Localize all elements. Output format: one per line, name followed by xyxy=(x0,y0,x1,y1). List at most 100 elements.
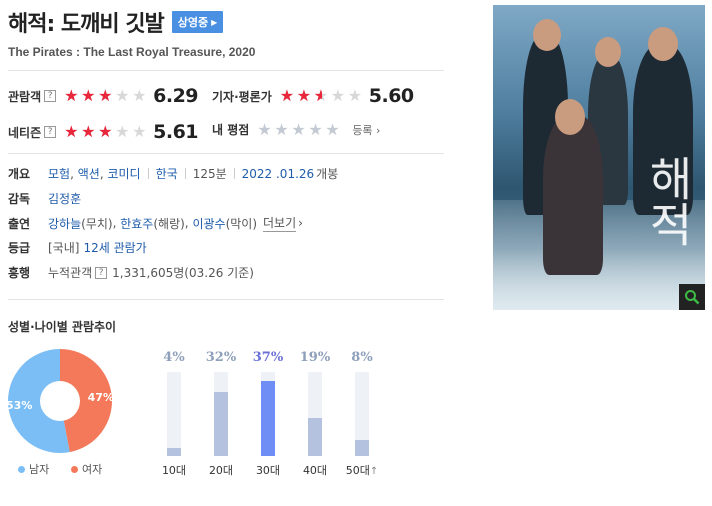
star-icon: ★ xyxy=(132,86,147,105)
legend-item-female: 여자 xyxy=(71,461,102,477)
critic-rating: 기자·평론가 ★ ★ ★ ★ ★ ★ ★ ★ 5.60 xyxy=(212,85,414,107)
audience-score: 6.29 xyxy=(153,85,199,107)
cast-role: (해랑) xyxy=(153,216,185,231)
poster-figure xyxy=(543,115,603,275)
star-icon: ★ xyxy=(115,122,130,141)
star-rating: ★ ★ ★ ★ ★ ★ ★ ★ xyxy=(64,88,149,104)
director-label: 감독 xyxy=(8,192,31,206)
help-icon[interactable]: ? xyxy=(95,266,108,279)
netizen-rating-label: 네티즌 xyxy=(8,125,42,140)
age-bar-0: 4% 10대 xyxy=(157,350,191,477)
bar-percent-label: 4% xyxy=(163,350,185,365)
age-bar-2: 37% 30대 xyxy=(251,350,285,477)
age-bar-3: 19% 40대 xyxy=(298,350,332,477)
grade-region: [국내] xyxy=(48,241,80,255)
netizen-score: 5.61 xyxy=(153,121,199,143)
more-label: 더보기 xyxy=(263,216,297,230)
my-rating-label: 내 평점 xyxy=(212,123,250,137)
movie-subtitle: The Pirates : The Last Royal Treasure, 2… xyxy=(8,45,256,59)
magnifier-icon xyxy=(685,290,700,305)
grade-link[interactable]: 12세 관람가 xyxy=(83,239,146,256)
star-icon: ★ ★ xyxy=(81,122,96,141)
bar-fill xyxy=(167,447,181,456)
badge-label: 상영중 xyxy=(177,16,209,29)
cast-role: (막이) xyxy=(225,216,258,231)
grade-label: 등급 xyxy=(8,241,31,255)
separator xyxy=(184,168,186,179)
legend-dot xyxy=(71,465,78,473)
help-icon[interactable]: ? xyxy=(44,126,57,138)
critic-score: 5.60 xyxy=(368,85,414,107)
bar-category-label: 40대 xyxy=(302,464,328,477)
genre-link[interactable]: 액션 xyxy=(78,165,100,182)
netizen-rating: 네티즌 ? ★ ★ ★ ★ ★ ★ ★ ★ 5.61 xyxy=(8,121,199,143)
star-icon: ★ ★ xyxy=(313,86,329,105)
critic-rating-label: 기자·평론가 xyxy=(212,89,272,104)
cast-role: (무치) xyxy=(81,216,113,231)
genre-link[interactable]: 코미디 xyxy=(107,165,140,182)
star-icon: ★ xyxy=(291,119,306,139)
bar-percent-label: 37% xyxy=(252,350,284,365)
help-icon[interactable]: ? xyxy=(44,90,57,102)
bar-track xyxy=(308,372,322,456)
age-bar-1: 32% 20대 xyxy=(204,350,238,477)
star-icon: ★ xyxy=(132,122,147,141)
age-bar-4: 8% 50대↑ xyxy=(345,350,379,477)
separator xyxy=(233,168,235,179)
bar-category-label: 30대 xyxy=(255,464,281,477)
star-icon: ★ ★ xyxy=(279,86,295,105)
pie-hole xyxy=(40,381,80,421)
star-icon: ★ ★ xyxy=(64,122,79,141)
my-rating: 내 평점 ★ ★ ★ ★ ★ 등록 › xyxy=(212,121,380,138)
boxoffice-date: (03.26 기준) xyxy=(184,266,254,280)
movie-poster[interactable]: 해적 xyxy=(493,5,705,310)
poster-face xyxy=(595,37,621,67)
divider xyxy=(8,153,444,154)
star-icon: ★ ★ xyxy=(64,86,79,105)
legend-label: 여자 xyxy=(82,463,103,476)
genre-link[interactable]: 모험 xyxy=(48,165,70,182)
audience-rating-label: 관람객 xyxy=(8,89,42,104)
summary-label: 개요 xyxy=(8,167,31,181)
now-showing-badge[interactable]: 상영중 ▶ xyxy=(171,11,224,33)
chevron-right-icon[interactable]: › xyxy=(298,216,303,230)
legend-label: 남자 xyxy=(29,463,50,476)
summary-row: 개요 모험, 액션, 코미디 한국 125분 2022 .01.26 개봉 xyxy=(8,165,339,182)
boxoffice-row: 흥행 누적관객 ? 1,331,605명 (03.26 기준) xyxy=(8,264,254,281)
register-rating-link[interactable]: 등록 › xyxy=(352,122,380,138)
bar-category-label: 10대 xyxy=(161,464,187,477)
director-row: 감독 김정훈 xyxy=(8,190,81,207)
star-icon: ★ ★ xyxy=(98,122,113,141)
movie-title: 해적: 도깨비 깃발 xyxy=(8,12,165,37)
pie-label: 53% xyxy=(8,399,32,412)
star-icon: ★ xyxy=(115,86,130,105)
cast-more-button[interactable]: 더보기 xyxy=(263,214,297,232)
title-row: 해적: 도깨비 깃발 상영중 ▶ xyxy=(8,6,224,38)
cast-link[interactable]: 한효주 xyxy=(120,215,153,232)
star-rating: ★ ★ ★ ★ ★ ★ ★ ★ xyxy=(64,124,149,140)
bar-percent-label: 19% xyxy=(299,350,331,365)
bar-fill xyxy=(308,417,322,456)
my-star-input[interactable]: ★ ★ ★ ★ ★ xyxy=(257,119,342,139)
trend-title: 성별·나이별 관람추이 xyxy=(8,320,117,334)
bar-category-label: 50대↑ xyxy=(345,464,379,477)
director-link[interactable]: 김정훈 xyxy=(48,190,81,207)
cast-link[interactable]: 강하늘 xyxy=(48,215,81,232)
star-icon: ★ xyxy=(274,119,289,139)
star-icon: ★ ★ xyxy=(81,86,96,105)
cast-link[interactable]: 이광수 xyxy=(192,215,225,232)
bar-percent-label: 8% xyxy=(351,350,373,365)
legend-item-male: 남자 xyxy=(18,461,49,477)
release-date-link[interactable]: 2022 .01.26 xyxy=(242,167,315,181)
bar-track xyxy=(355,372,369,456)
pie-label: 47% xyxy=(88,391,112,404)
country-link[interactable]: 한국 xyxy=(156,165,178,182)
bar-track xyxy=(261,372,275,456)
boxoffice-label: 흥행 xyxy=(8,266,31,280)
bar-track xyxy=(167,372,181,456)
boxoffice-prefix: 누적관객 xyxy=(48,266,93,280)
zoom-button[interactable] xyxy=(679,284,705,310)
legend-dot xyxy=(18,465,25,473)
bar-category-label: 20대 xyxy=(208,464,234,477)
bar-fill xyxy=(355,439,369,456)
